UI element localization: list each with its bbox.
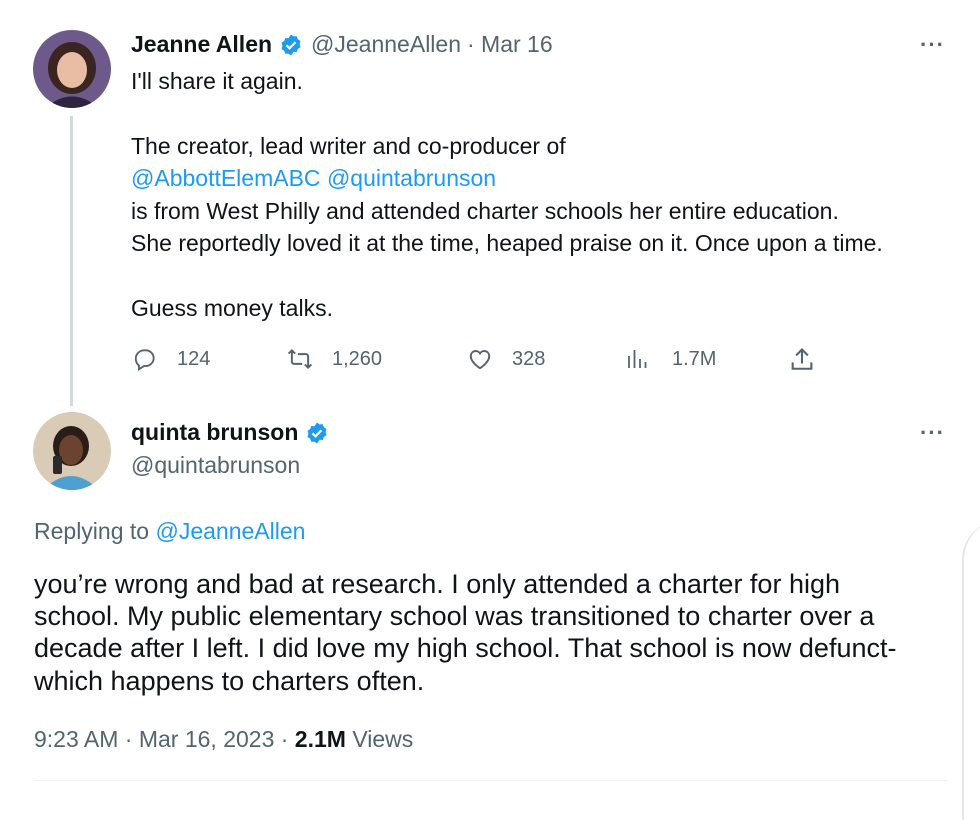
author-name[interactable]: quinta brunson xyxy=(131,419,298,446)
heart-icon xyxy=(469,350,491,370)
tweet-text-line: Guess money talks. xyxy=(131,295,333,321)
divider xyxy=(34,780,948,781)
author-handle[interactable]: @JeanneAllen xyxy=(311,31,461,58)
avatar-quinta-brunson[interactable] xyxy=(33,412,111,490)
like-button[interactable]: 328 xyxy=(466,346,545,372)
views-button[interactable]: 1.7M xyxy=(626,346,716,372)
verified-badge-icon xyxy=(305,421,329,445)
like-count: 328 xyxy=(512,347,546,370)
replying-to-handle[interactable]: @JeanneAllen xyxy=(155,518,305,544)
mention-link[interactable]: @quintabrunson xyxy=(327,165,496,191)
tweet-text-line: She reportedly loved it at the time, hea… xyxy=(131,230,883,256)
tweet-timestamp[interactable]: 9:23 AM · Mar 16, 2023 · xyxy=(34,726,288,752)
reply-icon xyxy=(134,349,155,371)
author-name[interactable]: Jeanne Allen xyxy=(131,31,272,58)
tweet-text-line: I'll share it again. xyxy=(131,68,303,94)
tweet-text-line: is from West Philly and attended charter… xyxy=(131,198,839,224)
share-icon xyxy=(791,348,813,370)
tweet-text-line: school. My public elementary school was … xyxy=(34,601,875,631)
analytics-icon xyxy=(628,350,647,368)
author-handle[interactable]: @quintabrunson xyxy=(131,452,300,479)
thread-connector-line xyxy=(70,116,73,406)
avatar-jeanne-allen[interactable] xyxy=(33,30,111,108)
tweet-text-line: you’re wrong and bad at research. I only… xyxy=(34,569,840,599)
mention-link[interactable]: @AbbottElemABC xyxy=(131,165,321,191)
tweet-text-line: decade after I left. I did love my high … xyxy=(34,633,897,663)
share-button[interactable] xyxy=(788,346,834,374)
replying-to-label: Replying to xyxy=(34,518,150,544)
reply-count: 124 xyxy=(177,347,211,370)
tweet-text-line: which happens to charters often. xyxy=(34,666,425,696)
views-count: 2.1M xyxy=(294,726,346,752)
retweet-count: 1,260 xyxy=(332,347,383,370)
views-count: 1.7M xyxy=(672,347,717,370)
more-options-icon[interactable]: ··· xyxy=(920,32,945,58)
more-options-icon[interactable]: ··· xyxy=(920,420,945,446)
retweet-icon xyxy=(287,348,313,370)
verified-badge-icon xyxy=(279,33,303,57)
panel-edge xyxy=(962,520,980,820)
retweet-button[interactable]: 1,260 xyxy=(286,346,382,372)
tweet-text-line: The creator, lead writer and co-producer… xyxy=(131,133,566,159)
views-label: Views xyxy=(352,726,414,752)
tweet-date[interactable]: · Mar 16 xyxy=(467,31,553,58)
reply-button[interactable]: 124 xyxy=(131,346,210,372)
